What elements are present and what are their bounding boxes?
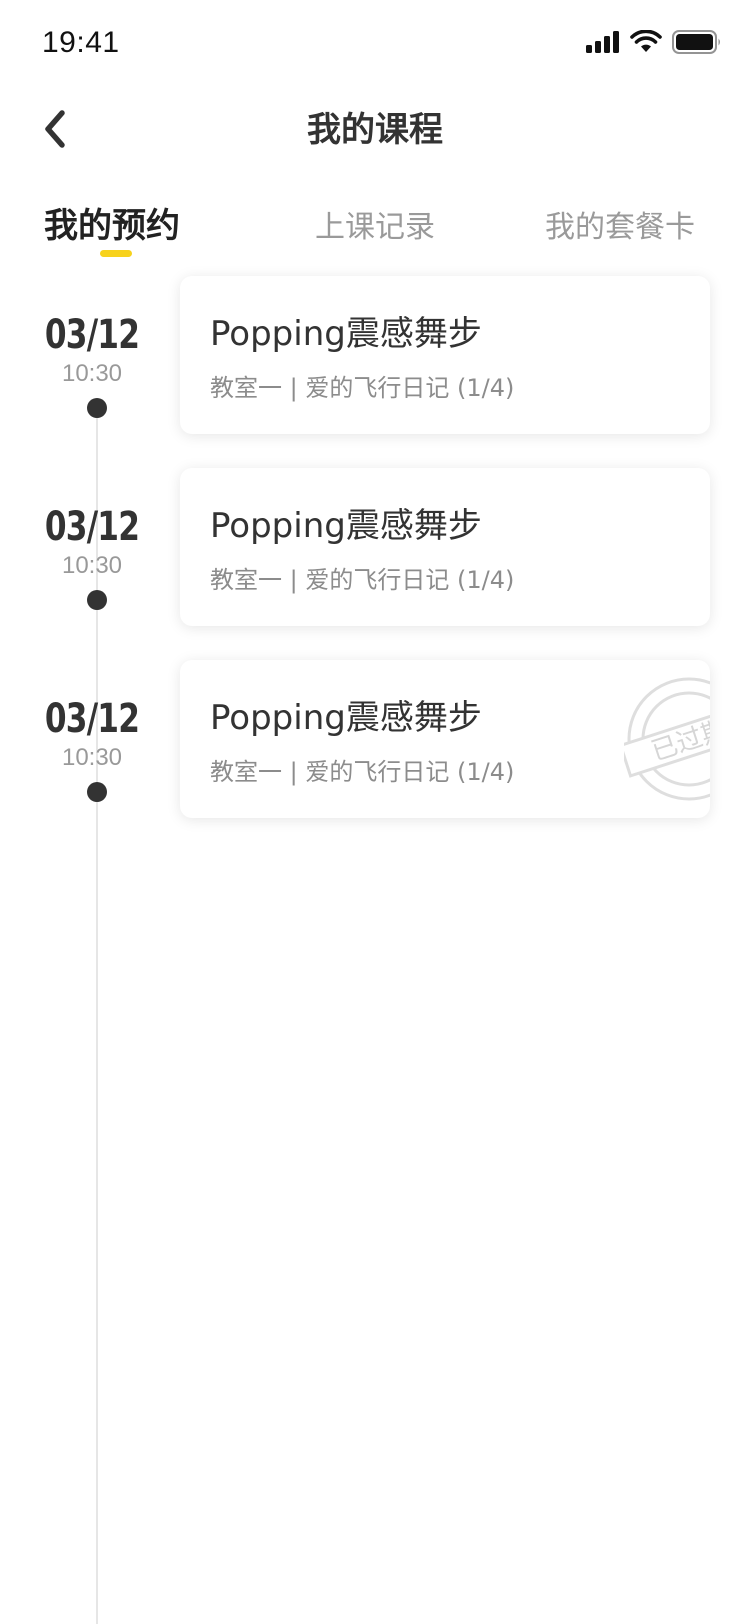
booking-entry: 03/12 10:30 Popping震感舞步 教室一 | 爱的飞行日记 (1/… (0, 468, 750, 628)
booking-time: 10:30 (61, 360, 123, 387)
booking-date: 03/12 (44, 312, 140, 358)
course-card[interactable]: Popping震感舞步 教室一 | 爱的飞行日记 (1/4) (180, 468, 710, 626)
nav-bar: 我的课程 (0, 88, 750, 188)
course-card[interactable]: Popping震感舞步 教室一 | 爱的飞行日记 (1/4) 已过期 (180, 660, 710, 818)
cellular-signal-icon (586, 31, 619, 53)
booking-entry: 03/12 10:30 Popping震感舞步 教室一 | 爱的飞行日记 (1/… (0, 660, 750, 820)
tab-class-records[interactable]: 上课记录 (315, 202, 435, 246)
battery-icon (672, 30, 720, 54)
wifi-icon (630, 30, 662, 52)
expired-stamp-text: 已过期 (648, 715, 710, 768)
course-detail: 教室一 | 爱的飞行日记 (1/4) (210, 566, 515, 594)
course-title: Popping震感舞步 (210, 698, 482, 738)
booking-date: 03/12 (44, 504, 140, 550)
my-courses-screen: 19:41 我的课程 我的预约 上课记录 我的套餐卡 03/12 10:30 P… (0, 0, 750, 1624)
course-card[interactable]: Popping震感舞步 教室一 | 爱的飞行日记 (1/4) (180, 276, 710, 434)
status-time: 19:41 (42, 26, 120, 59)
page-title: 我的课程 (307, 110, 443, 150)
tab-my-bookings[interactable]: 我的预约 (44, 198, 180, 247)
tab-my-package-cards[interactable]: 我的套餐卡 (545, 202, 695, 246)
booking-entry: 03/12 10:30 Popping震感舞步 教室一 | 爱的飞行日记 (1/… (0, 276, 750, 436)
booking-time: 10:30 (61, 552, 123, 579)
booking-date: 03/12 (44, 696, 140, 742)
status-icons (586, 30, 722, 54)
timeline-dot (87, 590, 107, 610)
course-detail: 教室一 | 爱的飞行日记 (1/4) (210, 758, 515, 786)
status-bar: 19:41 (0, 0, 750, 88)
booking-time: 10:30 (61, 744, 123, 771)
expired-stamp-icon: 已过期 (624, 677, 710, 801)
active-tab-indicator (100, 250, 132, 257)
course-title: Popping震感舞步 (210, 506, 482, 546)
timeline-dot (87, 398, 107, 418)
timeline-dot (87, 782, 107, 802)
course-title: Popping震感舞步 (210, 314, 482, 354)
tab-bar: 我的预约 上课记录 我的套餐卡 (0, 190, 750, 270)
course-detail: 教室一 | 爱的飞行日记 (1/4) (210, 374, 515, 402)
